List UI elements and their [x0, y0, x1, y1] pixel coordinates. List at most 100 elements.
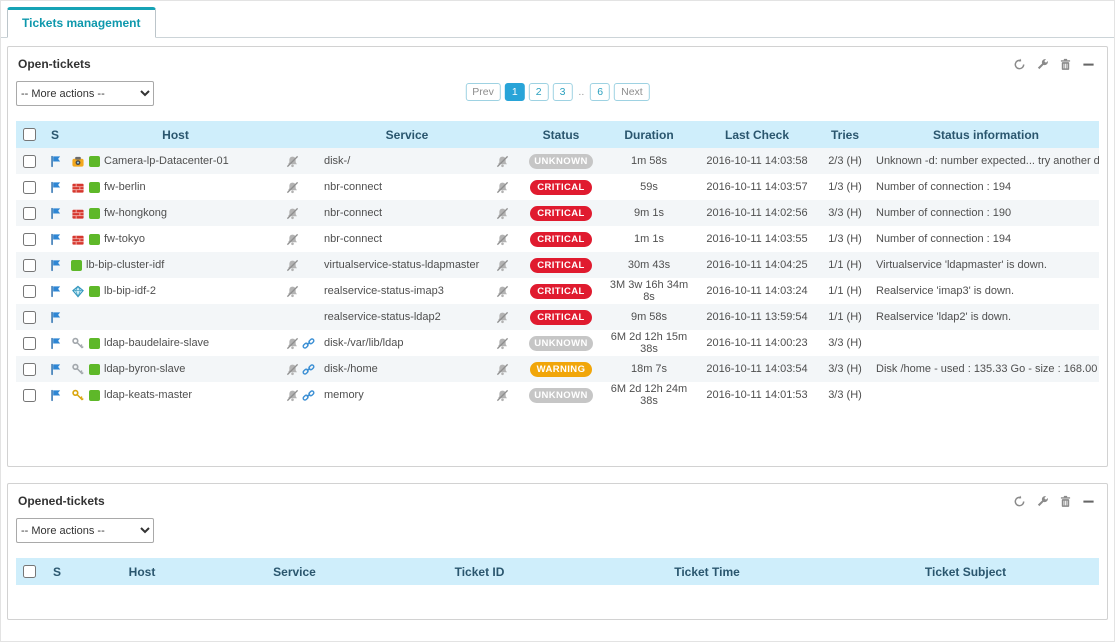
host-name[interactable]: fw-berlin [104, 181, 146, 193]
link-icon[interactable] [302, 337, 315, 350]
column-header-ticket-subject[interactable]: Ticket Subject [832, 565, 1099, 579]
host-name[interactable]: ldap-keats-master [104, 389, 192, 401]
column-header-host[interactable]: Host [72, 565, 212, 579]
column-header-tries[interactable]: Tries [817, 128, 873, 142]
select-all-checkbox[interactable] [23, 565, 36, 578]
bell-muted-icon [286, 259, 299, 272]
status-badge: UNKNOWN [529, 336, 592, 351]
duration-cell: 9m 1s [601, 207, 697, 219]
collapse-icon[interactable] [1082, 58, 1095, 71]
tab-tickets-management[interactable]: Tickets management [7, 7, 156, 38]
column-header-s[interactable]: S [42, 565, 72, 579]
flag-icon [49, 337, 62, 350]
checkbox-cell [16, 207, 42, 220]
service-icons-cell [493, 363, 521, 376]
service-name[interactable]: virtualservice-status-ldapmaster [321, 259, 493, 271]
row-checkbox[interactable] [23, 285, 36, 298]
last-check-cell: 2016-10-11 14:00:23 [697, 337, 817, 349]
column-header-s[interactable]: S [42, 128, 68, 142]
row-checkbox[interactable] [23, 233, 36, 246]
trash-icon[interactable] [1059, 495, 1072, 508]
row-checkbox[interactable] [23, 389, 36, 402]
host-name[interactable]: lb-bip-cluster-idf [86, 259, 164, 271]
pagination-page-3[interactable]: 3 [553, 83, 573, 101]
row-checkbox[interactable] [23, 311, 36, 324]
pagination-page-2[interactable]: 2 [529, 83, 549, 101]
bell-muted-icon [496, 285, 509, 298]
link-icon[interactable] [302, 389, 315, 402]
checkbox-cell [16, 337, 42, 350]
state-cell [42, 233, 68, 246]
host-name[interactable]: lb-bip-idf-2 [104, 285, 156, 297]
open-tickets-panel: Open-tickets -- More actions -- Prev 1 2… [7, 46, 1108, 467]
pagination-next[interactable]: Next [614, 83, 650, 101]
host-name[interactable]: fw-tokyo [104, 233, 145, 245]
checkbox-cell [16, 155, 42, 168]
host-up-indicator [89, 208, 100, 219]
host-cell: ldap-baudelaire-slave [68, 337, 283, 350]
column-header-service[interactable]: Service [321, 128, 493, 142]
refresh-icon[interactable] [1013, 58, 1026, 71]
more-actions-select[interactable]: -- More actions -- [16, 518, 154, 543]
opened-tickets-panel-header: Opened-tickets [16, 492, 1099, 516]
column-header-status[interactable]: Status [521, 128, 601, 142]
column-header-ticket-time[interactable]: Ticket Time [582, 565, 832, 579]
tries-cell: 3/3 (H) [817, 207, 873, 219]
service-name[interactable]: nbr-connect [321, 207, 493, 219]
service-icons-cell [493, 155, 521, 168]
service-name[interactable]: memory [321, 389, 493, 401]
row-checkbox[interactable] [23, 363, 36, 376]
row-checkbox[interactable] [23, 207, 36, 220]
row-checkbox[interactable] [23, 155, 36, 168]
more-actions-select[interactable]: -- More actions -- [16, 81, 154, 106]
host-name[interactable]: ldap-byron-slave [104, 363, 185, 375]
link-icon[interactable] [302, 363, 315, 376]
row-checkbox[interactable] [23, 337, 36, 350]
host-name[interactable]: fw-hongkong [104, 207, 167, 219]
column-header-ticket-id[interactable]: Ticket ID [377, 565, 582, 579]
pagination-page-6[interactable]: 6 [590, 83, 610, 101]
refresh-icon[interactable] [1013, 495, 1026, 508]
host-up-indicator [89, 182, 100, 193]
wrench-icon[interactable] [1036, 58, 1049, 71]
service-name[interactable]: disk-/home [321, 363, 493, 375]
trash-icon[interactable] [1059, 58, 1072, 71]
host-name[interactable]: Camera-lp-Datacenter-01 [104, 155, 229, 167]
service-name[interactable]: disk-/var/lib/ldap [321, 337, 493, 349]
service-name[interactable]: nbr-connect [321, 181, 493, 193]
row-checkbox[interactable] [23, 181, 36, 194]
status-cell: CRITICAL [521, 284, 601, 299]
column-header-last-check[interactable]: Last Check [697, 128, 817, 142]
host-up-indicator [89, 234, 100, 245]
select-all-checkbox[interactable] [23, 128, 36, 141]
status-information-cell: Unknown -d: number expected... try anoth… [873, 155, 1099, 167]
wrench-icon[interactable] [1036, 495, 1049, 508]
column-header-host[interactable]: Host [68, 128, 283, 142]
status-cell: UNKNOWN [521, 388, 601, 403]
status-badge: CRITICAL [530, 206, 592, 221]
service-name[interactable]: realservice-status-imap3 [321, 285, 493, 297]
service-name[interactable]: nbr-connect [321, 233, 493, 245]
host-cell: fw-berlin [68, 181, 283, 194]
open-tickets-rows: Camera-lp-Datacenter-01disk-/UNKNOWN1m 5… [16, 148, 1099, 466]
status-cell: UNKNOWN [521, 154, 601, 169]
service-name[interactable]: realservice-status-ldap2 [321, 311, 493, 323]
flag-icon [49, 363, 62, 376]
host-up-indicator [89, 156, 100, 167]
host-name[interactable]: ldap-baudelaire-slave [104, 337, 209, 349]
checkbox-cell [16, 181, 42, 194]
last-check-cell: 2016-10-11 14:03:58 [697, 155, 817, 167]
open-tickets-toolbar: -- More actions -- Prev 1 2 3 .. 6 Next [16, 81, 1099, 111]
column-header-duration[interactable]: Duration [601, 128, 697, 142]
open-tickets-table-header: S Host Service Status Duration Last Chec… [16, 121, 1099, 148]
column-header-status-information[interactable]: Status information [873, 128, 1099, 142]
pagination-prev[interactable]: Prev [465, 83, 501, 101]
row-checkbox[interactable] [23, 259, 36, 272]
host-icons-cell [283, 207, 321, 220]
pagination-page-1[interactable]: 1 [505, 83, 525, 101]
column-header-service[interactable]: Service [212, 565, 377, 579]
bell-muted-icon [286, 363, 299, 376]
service-name[interactable]: disk-/ [321, 155, 493, 167]
collapse-icon[interactable] [1082, 495, 1095, 508]
status-information-cell: Disk /home - used : 135.33 Go - size : 1… [873, 363, 1099, 375]
